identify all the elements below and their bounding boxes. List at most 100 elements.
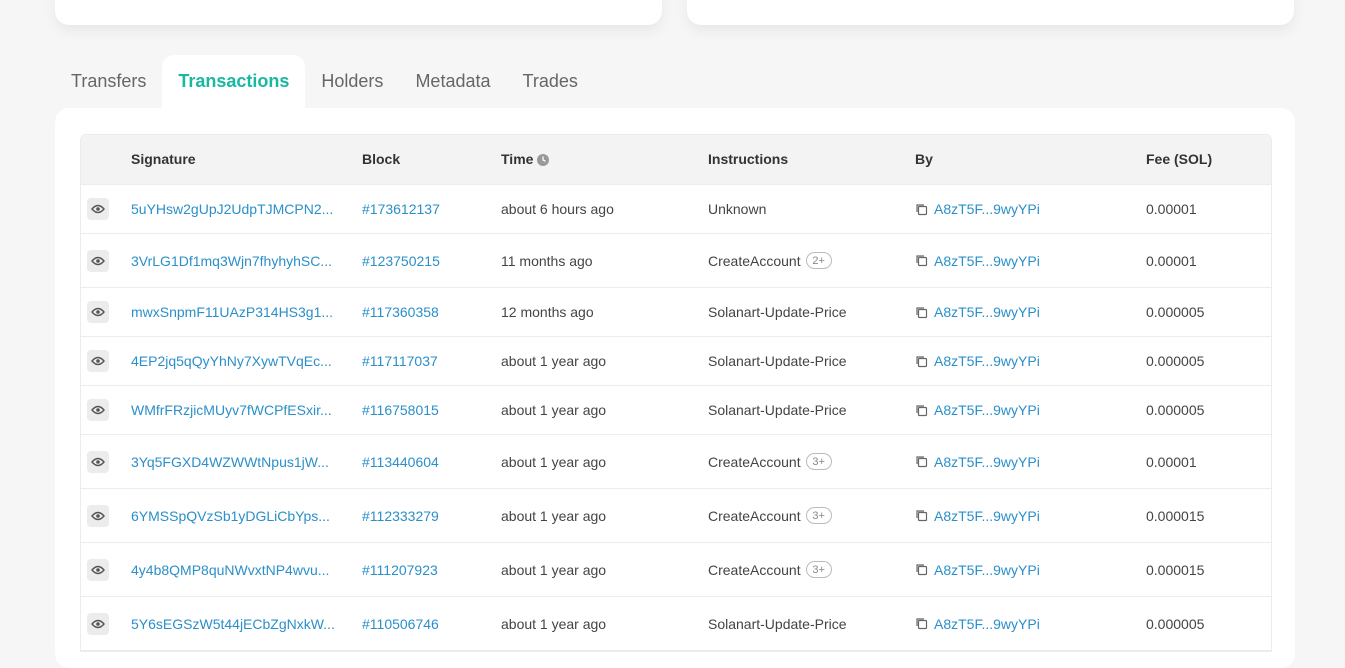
block-link[interactable]: #116758015	[362, 386, 439, 434]
by-cell: A8zT5F...9wyYPi	[915, 234, 1040, 287]
fee-value: 0.00001	[1146, 453, 1197, 470]
instructions-cell: CreateAccount 3+	[708, 435, 832, 488]
instruction-name: CreateAccount	[708, 453, 801, 470]
signature-link[interactable]: 3Yq5FGXD4WZWWtNpus1jW...	[131, 435, 329, 488]
block-link[interactable]: #112333279	[362, 489, 439, 542]
view-transaction-button[interactable]	[87, 558, 109, 581]
signature-link[interactable]: mwxSnpmF11UAzP314HS3g1...	[131, 288, 333, 336]
copy-icon[interactable]	[915, 617, 928, 630]
table-header: Signature Block Time Instructions By Fee…	[81, 135, 1271, 185]
tab-transactions[interactable]: Transactions	[162, 55, 306, 108]
view-transaction-button[interactable]	[87, 399, 109, 421]
time-value: about 1 year ago	[501, 615, 607, 632]
block-link[interactable]: #113440604	[362, 435, 439, 488]
signer-address-link[interactable]: A8zT5F...9wyYPi	[934, 253, 1040, 269]
block-link[interactable]: #111207923	[362, 543, 438, 596]
by-cell: A8zT5F...9wyYPi	[915, 435, 1040, 488]
transactions-panel: Signature Block Time Instructions By Fee…	[55, 108, 1295, 668]
copy-icon[interactable]	[915, 306, 928, 319]
by-cell: A8zT5F...9wyYPi	[915, 288, 1040, 336]
table-row: 4EP2jq5qQyYhNy7XywTVqEc... #117117037 abou…	[81, 337, 1271, 386]
block-link[interactable]: #117360358	[362, 288, 439, 336]
instructions-cell: Solanart-Update-Price	[708, 597, 847, 650]
view-transaction-button[interactable]	[87, 301, 109, 323]
tab-metadata[interactable]: Metadata	[399, 55, 506, 108]
copy-icon[interactable]	[915, 355, 928, 368]
eye-icon	[91, 405, 105, 415]
instruction-count-badge[interactable]: 2+	[805, 252, 832, 269]
eye-icon	[91, 356, 105, 366]
by-cell: A8zT5F...9wyYPi	[915, 386, 1040, 434]
by-cell: A8zT5F...9wyYPi	[915, 337, 1040, 385]
signer-address-link[interactable]: A8zT5F...9wyYPi	[934, 616, 1040, 632]
time-value: about 6 hours ago	[501, 201, 614, 217]
tab-holders[interactable]: Holders	[305, 55, 399, 108]
row-view-cell	[81, 489, 121, 542]
fee-value: 0.000005	[1146, 304, 1205, 320]
table-row: mwxSnpmF11UAzP314HS3g1... #117360358 12 mo…	[81, 288, 1271, 337]
eye-icon	[91, 565, 105, 575]
tab-transfers[interactable]: Transfers	[55, 55, 162, 108]
block-link[interactable]: #123750215	[362, 234, 440, 287]
row-view-cell	[81, 435, 121, 488]
view-transaction-button[interactable]	[87, 504, 109, 527]
eye-icon	[91, 256, 105, 266]
signature-link[interactable]: 6YMSSpQVzSb1yDGLiCbYps...	[131, 489, 330, 542]
header-signature: Signature	[131, 151, 196, 167]
signature-link[interactable]: 4y4b8QMP8quNWvxtNP4wvu...	[131, 543, 329, 596]
signature-link[interactable]: WMfrFRzjicMUyv7fWCPfESxir...	[131, 386, 332, 434]
tab-trades[interactable]: Trades	[507, 55, 594, 108]
header-instructions: Instructions	[708, 151, 789, 167]
signature-link[interactable]: 4EP2jq5qQyYhNy7XywTVqEc...	[131, 337, 332, 385]
view-transaction-button[interactable]	[87, 249, 109, 272]
signer-address-link[interactable]: A8zT5F...9wyYPi	[934, 508, 1040, 524]
copy-icon[interactable]	[915, 509, 928, 522]
fee-value: 0.000015	[1146, 507, 1205, 524]
clock-icon[interactable]	[537, 154, 550, 167]
signature-link[interactable]: 5Y6sEGSzW5t44jECbZgNxkW...	[131, 597, 335, 650]
view-transaction-button[interactable]	[87, 450, 109, 473]
fee-value: 0.000005	[1146, 353, 1205, 369]
copy-icon[interactable]	[915, 254, 928, 267]
instruction-name: Unknown	[708, 201, 767, 217]
by-cell: A8zT5F...9wyYPi	[915, 489, 1040, 542]
signer-address-link[interactable]: A8zT5F...9wyYPi	[934, 304, 1040, 320]
row-view-cell	[81, 234, 121, 287]
header-time-label: Time	[501, 151, 534, 167]
time-value: about 1 year ago	[501, 507, 607, 524]
instruction-count-badge[interactable]: 3+	[805, 561, 832, 578]
signature-link[interactable]: 3VrLG1Df1mq3Wjn7fhyhyhSC...	[131, 234, 332, 287]
instructions-cell: Unknown	[708, 185, 766, 233]
by-cell: A8zT5F...9wyYPi	[915, 543, 1040, 596]
row-view-cell	[81, 337, 121, 385]
view-transaction-button[interactable]	[87, 350, 109, 372]
signature-link[interactable]: 5uYHsw2gUpJ2UdpTJMCPN2...	[131, 185, 333, 233]
signer-address-link[interactable]: A8zT5F...9wyYPi	[934, 201, 1040, 217]
row-view-cell	[81, 288, 121, 336]
eye-icon	[91, 457, 105, 467]
copy-icon[interactable]	[915, 455, 928, 468]
top-card-right	[687, 0, 1294, 25]
signer-address-link[interactable]: A8zT5F...9wyYPi	[934, 353, 1040, 369]
by-cell: A8zT5F...9wyYPi	[915, 597, 1040, 650]
signer-address-link[interactable]: A8zT5F...9wyYPi	[934, 454, 1040, 470]
instructions-cell: CreateAccount 2+	[708, 234, 832, 287]
instruction-count-badge[interactable]: 3+	[805, 453, 832, 470]
block-link[interactable]: #173612137	[362, 185, 440, 233]
signer-address-link[interactable]: A8zT5F...9wyYPi	[934, 562, 1040, 578]
signer-address-link[interactable]: A8zT5F...9wyYPi	[934, 402, 1040, 418]
copy-icon[interactable]	[915, 404, 928, 417]
copy-icon[interactable]	[915, 203, 928, 216]
view-transaction-button[interactable]	[87, 612, 109, 635]
block-link[interactable]: #110506746	[362, 597, 439, 650]
table-row: 4y4b8QMP8quNWvxtNP4wvu... #111207923 about…	[81, 543, 1271, 597]
copy-icon[interactable]	[915, 563, 928, 576]
instructions-cell: Solanart-Update-Price	[708, 386, 847, 434]
instruction-name: Solanart-Update-Price	[708, 615, 847, 632]
table-row: 5uYHsw2gUpJ2UdpTJMCPN2... #173612137 about…	[81, 185, 1271, 234]
block-link[interactable]: #117117037	[362, 337, 438, 385]
view-transaction-button[interactable]	[87, 198, 109, 220]
instruction-count-badge[interactable]: 3+	[805, 507, 832, 524]
time-value: 11 months ago	[501, 252, 593, 269]
time-value: about 1 year ago	[501, 453, 607, 470]
